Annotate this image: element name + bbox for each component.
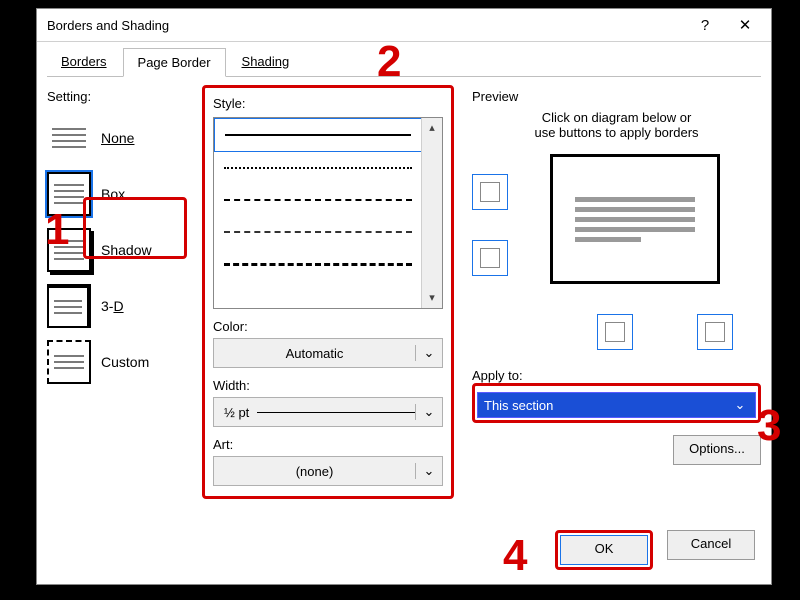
color-combo[interactable]: Automatic [213,338,443,368]
custom-icon [47,340,91,384]
style-option-dashdot[interactable] [214,248,422,280]
border-left-button[interactable] [597,314,633,350]
setting-custom[interactable]: Custom [47,334,202,390]
dialog-buttons: OK Cancel [555,530,755,570]
preview-hint: Click on diagram below oruse buttons to … [472,110,761,140]
annotation-3: 3 [757,401,781,451]
apply-to-label: Apply to: [472,368,761,383]
tab-borders[interactable]: Borders [47,48,121,76]
tab-strip: Borders Page Border Shading [47,48,761,77]
dialog-title: Borders and Shading [47,18,685,33]
3d-icon [47,284,91,328]
style-option-solid[interactable] [214,118,422,152]
style-option-dash2[interactable] [214,216,422,248]
apply-to-value: This section [484,398,731,413]
titlebar: Borders and Shading ? ✕ [37,9,771,42]
width-combo[interactable]: ½ pt [213,397,443,427]
borders-shading-dialog: Borders and Shading ? ✕ Borders Page Bor… [36,8,772,585]
setting-column: Setting: None Box Shadow [47,85,202,499]
page-preview[interactable] [550,154,720,284]
chevron-down-icon [415,404,442,420]
style-option-dotted[interactable] [214,152,422,184]
close-button[interactable]: ✕ [725,11,765,39]
chevron-down-icon [415,345,442,361]
chevron-down-icon [415,463,442,479]
style-option-dash[interactable] [214,184,422,216]
setting-label: Setting: [47,89,202,104]
border-right-button[interactable] [697,314,733,350]
cancel-button[interactable]: Cancel [667,530,755,560]
chevron-down-icon: ⌄ [731,397,749,413]
color-label: Color: [213,319,443,334]
setting-none[interactable]: None [47,110,202,166]
width-sample-line [257,412,415,413]
width-value: ½ pt [224,405,249,420]
annotation-1: 1 [45,205,69,255]
border-top-button[interactable] [472,174,508,210]
scroll-up-icon[interactable]: ▴ [422,118,442,138]
art-value: (none) [214,464,415,479]
tab-shading[interactable]: Shading [228,48,304,76]
style-scrollbar[interactable]: ▴ ▾ [421,118,442,308]
annotation-2: 2 [377,37,401,87]
width-label: Width: [213,378,443,393]
ok-button[interactable]: OK [560,535,648,565]
preview-area [472,154,761,354]
art-combo[interactable]: (none) [213,456,443,486]
annotation-box-1 [83,197,187,259]
apply-to-combo[interactable]: This section ⌄ [477,392,756,418]
preview-column: Preview Click on diagram below oruse but… [454,85,761,499]
style-list[interactable]: ▴ ▾ [213,117,443,309]
annotation-4: 4 [503,531,527,581]
style-label: Style: [213,96,443,111]
color-value: Automatic [214,346,415,361]
options-button[interactable]: Options... [673,435,761,465]
scroll-down-icon[interactable]: ▾ [422,288,442,308]
preview-label: Preview [472,89,761,104]
tab-page-border[interactable]: Page Border [123,48,226,77]
setting-3d[interactable]: 3-3-DD [47,278,202,334]
art-label: Art: [213,437,443,452]
none-icon [47,116,91,160]
help-button[interactable]: ? [685,11,725,39]
style-column: Style: ▴ ▾ Color: Automatic Width: [202,85,454,499]
border-bottom-button[interactable] [472,240,508,276]
